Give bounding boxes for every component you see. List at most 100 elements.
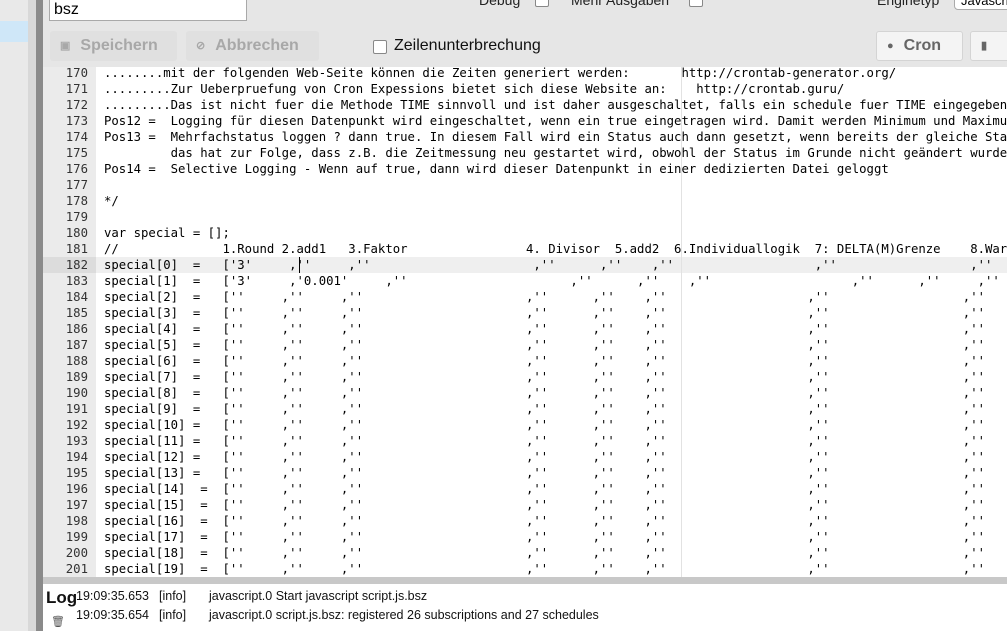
code-line: 193 special[11] = ['' ,'' ,'' ,'' ,'' ,''… — [43, 433, 1007, 449]
code-line: 190 special[8] = ['' ,'' ,'' ,'' ,'' ,'' … — [43, 385, 1007, 401]
verbose-checkbox[interactable] — [689, 0, 703, 7]
code-text: das hat zur Folge, dass z.B. die Zeitmes… — [104, 146, 1007, 160]
clock-icon: ● — [887, 40, 894, 52]
engine-type-label: Enginetyp — [877, 0, 940, 8]
line-number: 195 — [65, 466, 88, 480]
line-number: 174 — [65, 130, 88, 144]
code-text: special[18] = ['' ,'' ,'' ,'' ,'' ,'' ,'… — [104, 546, 985, 560]
engine-type-select[interactable]: Javascript — [954, 0, 1007, 10]
line-number: 190 — [65, 386, 88, 400]
code-text: special[6] = ['' ,'' ,'' ,'' ,'' ,'' ,''… — [104, 354, 985, 368]
editor-log-splitter[interactable] — [43, 577, 1007, 584]
line-number: 199 — [65, 530, 88, 544]
line-number: 184 — [65, 290, 88, 304]
line-number: 170 — [65, 67, 88, 80]
sidebar-border — [28, 0, 36, 631]
line-wrap-checkbox[interactable] — [373, 40, 387, 54]
cancel-button[interactable]: ⊘ Abbrechen — [186, 31, 319, 61]
save-button[interactable]: ▣ Speichern — [50, 31, 177, 61]
line-number: 185 — [65, 306, 88, 320]
script-name-input[interactable]: bsz — [49, 0, 247, 21]
log-level: [info] — [159, 589, 187, 603]
splitter-handle[interactable] — [36, 0, 43, 631]
log-time: 19:09:35.653 — [76, 589, 149, 603]
code-line: 178 */ — [43, 193, 1007, 209]
code-line: 181 // 1.Round 2.add1 3.Faktor 4. Divisor… — [43, 241, 1007, 257]
code-text: special[4] = ['' ,'' ,'' ,'' ,'' ,'' ,''… — [104, 322, 985, 336]
code-line: 182 special[0] = ['3' ,'' ,'' ,'' ,'' ,''… — [43, 257, 1007, 273]
code-line: 194 special[12] = ['' ,'' ,'' ,'' ,'' ,''… — [43, 449, 1007, 465]
code-text: special[10] = ['' ,'' ,'' ,'' ,'' ,'' ,'… — [104, 418, 985, 432]
line-number: 173 — [65, 114, 88, 128]
code-text: special[9] = ['' ,'' ,'' ,'' ,'' ,'' ,''… — [104, 402, 985, 416]
line-wrap-label: Zeilenunterbrechung — [394, 37, 541, 54]
code-line: 195 special[13] = ['' ,'' ,'' ,'' ,'' ,''… — [43, 465, 1007, 481]
code-text: special[1] = ['3' ,'0.001' ,'' ,'' ,'' ,… — [104, 274, 1000, 288]
editor-toolbar: ▣ Speichern ⊘ Abbrechen Zeilenunterbrech… — [43, 29, 1007, 65]
line-number: 192 — [65, 418, 88, 432]
left-sidebar — [0, 0, 28, 631]
line-number: 180 — [65, 226, 88, 240]
text-cursor — [299, 257, 300, 273]
code-text: special[11] = ['' ,'' ,'' ,'' ,'' ,'' ,'… — [104, 434, 985, 448]
code-line: 173 Pos12 = Logging für diesen Datenpunkt… — [43, 113, 1007, 129]
code-text: special[17] = ['' ,'' ,'' ,'' ,'' ,'' ,'… — [104, 530, 985, 544]
debug-label: Debug — [479, 0, 521, 8]
debug-checkbox[interactable] — [535, 0, 549, 7]
code-line: 186 special[4] = ['' ,'' ,'' ,'' ,'' ,'' … — [43, 321, 1007, 337]
line-number: 194 — [65, 450, 88, 464]
code-editor[interactable]: 170 ........mit der folgenden Web-Seite k… — [43, 67, 1007, 577]
code-text: special[13] = ['' ,'' ,'' ,'' ,'' ,'' ,'… — [104, 466, 985, 480]
code-text: special[12] = ['' ,'' ,'' ,'' ,'' ,'' ,'… — [104, 450, 985, 464]
cancel-button-label: Abbrechen — [215, 37, 299, 54]
log-message: javascript.0 script.js.bsz: registered 2… — [209, 608, 599, 622]
code-text: */ — [104, 194, 119, 208]
cron-button[interactable]: ● Cron — [876, 31, 963, 61]
code-line: 191 special[9] = ['' ,'' ,'' ,'' ,'' ,'' … — [43, 401, 1007, 417]
code-text: special[7] = ['' ,'' ,'' ,'' ,'' ,'' ,''… — [104, 370, 985, 384]
code-line: 176 Pos14 = Selective Logging - Wenn auf … — [43, 161, 1007, 177]
line-number: 175 — [65, 146, 88, 160]
log-level: [info] — [159, 608, 187, 622]
line-number: 200 — [65, 546, 88, 560]
code-line: 200 special[18] = ['' ,'' ,'' ,'' ,'' ,''… — [43, 545, 1007, 561]
code-text: .........Zur Ueberpruefung von Cron Expe… — [104, 82, 845, 96]
code-line: 177 — [43, 177, 1007, 193]
line-number: 176 — [65, 162, 88, 176]
code-line: 198 special[16] = ['' ,'' ,'' ,'' ,'' ,''… — [43, 513, 1007, 529]
code-line: 180 var special = []; — [43, 225, 1007, 241]
log-title: Log — [46, 588, 78, 607]
sidebar-selected-item[interactable] — [0, 21, 28, 42]
code-line: 171 .........Zur Ueberpruefung von Cron E… — [43, 81, 1007, 97]
code-text: special[5] = ['' ,'' ,'' ,'' ,'' ,'' ,''… — [104, 338, 985, 352]
save-icon: ▣ — [60, 40, 71, 52]
code-line: 183 special[1] = ['3' ,'0.001' ,'' ,'' ,'… — [43, 273, 1007, 289]
code-text: // 1.Round 2.add1 3.Faktor 4. Divisor 5.… — [104, 242, 1007, 256]
code-text: special[2] = ['' ,'' ,'' ,'' ,'' ,'' ,''… — [104, 290, 985, 304]
code-text: Pos12 = Logging für diesen Datenpunkt wi… — [104, 114, 1007, 128]
code-text: special[8] = ['' ,'' ,'' ,'' ,'' ,'' ,''… — [104, 386, 985, 400]
save-button-label: Speichern — [80, 37, 158, 54]
list-icon: ▮ — [981, 40, 988, 52]
code-text: special[19] = ['' ,'' ,'' ,'' ,'' ,'' ,'… — [104, 562, 985, 576]
line-number: 191 — [65, 402, 88, 416]
code-line: 174 Pos13 = Mehrfachstatus loggen ? dann … — [43, 129, 1007, 145]
line-number: 196 — [65, 482, 88, 496]
line-number: 188 — [65, 354, 88, 368]
code-line: 172 .........Das ist nicht fuer die Metho… — [43, 97, 1007, 113]
code-text: Pos13 = Mehrfachstatus loggen ? dann tru… — [104, 130, 1007, 144]
code-text: special[16] = ['' ,'' ,'' ,'' ,'' ,'' ,'… — [104, 514, 985, 528]
code-text: var special = []; — [104, 226, 230, 240]
line-number: 193 — [65, 434, 88, 448]
line-number: 172 — [65, 98, 88, 112]
code-text: special[14] = ['' ,'' ,'' ,'' ,'' ,'' ,'… — [104, 482, 985, 496]
code-line: 170 ........mit der folgenden Web-Seite k… — [43, 67, 1007, 81]
code-text: .........Das ist nicht fuer die Methode … — [104, 98, 1007, 112]
cancel-icon: ⊘ — [196, 40, 206, 52]
trash-icon[interactable]: 🗑 — [51, 615, 65, 628]
more-button[interactable]: ▮ — [970, 31, 1007, 61]
line-number: 179 — [65, 210, 88, 224]
code-line: 189 special[7] = ['' ,'' ,'' ,'' ,'' ,'' … — [43, 369, 1007, 385]
log-time: 19:09:35.654 — [76, 608, 149, 622]
line-number: 171 — [65, 82, 88, 96]
